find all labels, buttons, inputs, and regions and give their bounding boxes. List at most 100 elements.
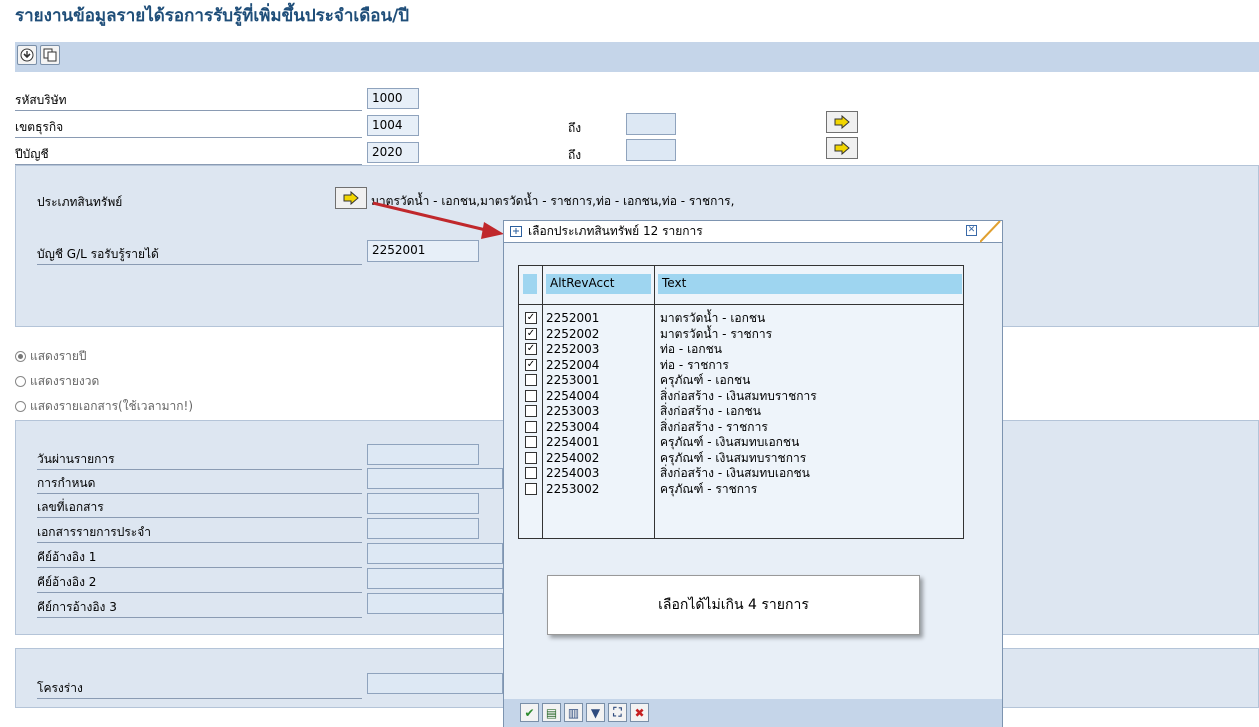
document-number-field[interactable] bbox=[367, 493, 479, 514]
row-text: ครุภัณฑ์ - เงินสมทบราชการ bbox=[660, 450, 807, 465]
business-area-to-field[interactable] bbox=[626, 113, 676, 135]
table-row[interactable]: 2253002 ครุภัณฑ์ - ราชการ bbox=[519, 482, 963, 497]
table-row[interactable]: ✓ 2252001 มาตรวัดน้ำ - เอกชน bbox=[519, 311, 963, 326]
business-area-label: เขตธุรกิจ bbox=[15, 118, 362, 138]
posting-date-label: วันผ่านรายการ bbox=[37, 450, 362, 470]
row-checkbox[interactable]: ✓ bbox=[525, 343, 537, 355]
select-all-icon[interactable]: ▤ bbox=[542, 703, 561, 722]
table-row[interactable]: 2253003 สิ่งก่อสร้าง - เอกชน bbox=[519, 404, 963, 419]
row-text: สิ่งก่อสร้าง - เงินสมทบราชการ bbox=[660, 388, 817, 403]
row-account: 2254001 bbox=[546, 435, 600, 449]
company-code-label: รหัสบริษัท bbox=[15, 91, 362, 111]
row-checkbox[interactable]: ✓ bbox=[525, 312, 537, 324]
find-icon[interactable]: ⛶ bbox=[608, 703, 627, 722]
posting-date-field[interactable] bbox=[367, 444, 479, 465]
dialog-title: เลือกประเภทสินทรัพย์ 12 รายการ bbox=[528, 224, 703, 238]
row-account: 2252004 bbox=[546, 357, 600, 372]
deselect-all-icon[interactable]: ▥ bbox=[564, 703, 583, 722]
radio-yearly[interactable]: แสดงรายปี bbox=[15, 347, 87, 366]
assignment-field[interactable] bbox=[367, 468, 503, 489]
row-checkbox[interactable] bbox=[525, 405, 537, 417]
row-text: ครุภัณฑ์ - เอกชน bbox=[660, 373, 751, 387]
column-header-text[interactable]: Text bbox=[658, 274, 962, 294]
select-all-column-header[interactable] bbox=[523, 274, 537, 294]
asset-type-table: AltRevAcct Text ✓ 2252001 มาตรวัดน้ำ - เอก… bbox=[518, 265, 964, 539]
business-area-multiple-selection-button[interactable] bbox=[826, 111, 858, 133]
title-bar-corner bbox=[980, 221, 1001, 243]
filter-icon[interactable]: ▼ bbox=[586, 703, 605, 722]
dialog-title-bar: เลือกประเภทสินทรัพย์ 12 รายการ ✕ bbox=[504, 221, 1002, 243]
table-row[interactable]: 2253004 สิ่งก่อสร้าง - ราชการ bbox=[519, 420, 963, 435]
confirm-icon[interactable]: ✔ bbox=[520, 703, 539, 722]
row-text: ครุภัณฑ์ - ราชการ bbox=[660, 481, 758, 496]
row-checkbox[interactable] bbox=[525, 482, 537, 495]
table-row[interactable]: 2254001 ครุภัณฑ์ - เงินสมทบเอกชน bbox=[519, 435, 963, 450]
table-row[interactable]: 2254003 สิ่งก่อสร้าง - เงินสมทบเอกชน bbox=[519, 466, 963, 481]
row-checkbox[interactable] bbox=[525, 436, 537, 448]
row-account: 2253004 bbox=[546, 419, 600, 434]
column-header-account[interactable]: AltRevAcct bbox=[546, 274, 651, 294]
row-checkbox[interactable] bbox=[525, 420, 537, 433]
row-account: 2254003 bbox=[546, 466, 600, 480]
table-row[interactable]: ✓ 2252004 ท่อ - ราชการ bbox=[519, 358, 963, 373]
row-checkbox[interactable] bbox=[525, 451, 537, 464]
reference-key-3-field[interactable] bbox=[367, 593, 503, 614]
row-account: 2254002 bbox=[546, 450, 600, 465]
window-icon bbox=[510, 226, 522, 237]
row-text: ท่อ - เอกชน bbox=[660, 342, 722, 356]
row-text: สิ่งก่อสร้าง - เงินสมทบเอกชน bbox=[660, 466, 810, 480]
document-number-label: เลขที่เอกสาร bbox=[37, 498, 362, 518]
asset-type-selection-button[interactable] bbox=[335, 187, 367, 209]
row-checkbox[interactable] bbox=[525, 467, 537, 479]
business-area-from-field[interactable]: 1004 bbox=[367, 115, 419, 136]
table-row[interactable]: ✓ 2252002 มาตรวัดน้ำ - ราชการ bbox=[519, 327, 963, 342]
table-row[interactable]: 2253001 ครุภัณฑ์ - เอกชน bbox=[519, 373, 963, 388]
row-checkbox[interactable]: ✓ bbox=[525, 327, 537, 340]
gl-account-field[interactable]: 2252001 bbox=[367, 240, 479, 262]
row-text: สิ่งก่อสร้าง - เอกชน bbox=[660, 404, 761, 418]
row-checkbox[interactable]: ✓ bbox=[525, 358, 537, 371]
execute-icon[interactable] bbox=[17, 45, 37, 65]
cancel-icon[interactable]: ✖ bbox=[630, 703, 649, 722]
row-account: 2253003 bbox=[546, 404, 600, 418]
copy-icon[interactable] bbox=[40, 45, 60, 65]
fiscal-year-to-field[interactable] bbox=[626, 139, 676, 161]
fiscal-year-from-field[interactable]: 2020 bbox=[367, 142, 419, 163]
row-checkbox[interactable] bbox=[525, 374, 537, 386]
row-text: มาตรวัดน้ำ - เอกชน bbox=[660, 311, 766, 325]
row-text: ท่อ - ราชการ bbox=[660, 357, 729, 372]
reference-key-3-label: คีย์การอ้างอิง 3 bbox=[37, 598, 362, 618]
dialog-toolbar: ✔ ▤ ▥ ▼ ⛶ ✖ bbox=[504, 699, 1002, 727]
layout-field[interactable] bbox=[367, 673, 503, 694]
radio-period[interactable]: แสดงรายงวด bbox=[15, 372, 99, 391]
reference-key-2-label: คีย์อ้างอิง 2 bbox=[37, 573, 362, 593]
row-checkbox[interactable] bbox=[525, 389, 537, 402]
fiscal-year-multiple-selection-button[interactable] bbox=[826, 137, 858, 159]
row-text: สิ่งก่อสร้าง - ราชการ bbox=[660, 419, 768, 434]
asset-type-selection-dialog: เลือกประเภทสินทรัพย์ 12 รายการ ✕ AltRevA… bbox=[503, 220, 1003, 727]
row-account: 2252002 bbox=[546, 326, 600, 341]
company-code-field[interactable]: 1000 bbox=[367, 88, 419, 109]
row-account: 2252001 bbox=[546, 311, 600, 325]
close-icon[interactable]: ✕ bbox=[966, 225, 977, 236]
fiscal-year-to-label: ถึง bbox=[568, 148, 582, 162]
row-text: ครุภัณฑ์ - เงินสมทบเอกชน bbox=[660, 435, 800, 449]
asset-type-label: ประเภทสินทรัพย์ bbox=[37, 195, 123, 209]
table-row[interactable]: ✓ 2252003 ท่อ - เอกชน bbox=[519, 342, 963, 357]
reference-key-1-field[interactable] bbox=[367, 543, 503, 564]
row-account: 2254004 bbox=[546, 388, 600, 403]
table-row[interactable]: 2254002 ครุภัณฑ์ - เงินสมทบราชการ bbox=[519, 451, 963, 466]
row-account: 2253002 bbox=[546, 481, 600, 496]
table-row[interactable]: 2254004 สิ่งก่อสร้าง - เงินสมทบราชการ bbox=[519, 389, 963, 404]
reference-key-2-field[interactable] bbox=[367, 568, 503, 589]
reference-key-1-label: คีย์อ้างอิง 1 bbox=[37, 548, 362, 568]
application-toolbar bbox=[15, 42, 1259, 72]
fiscal-year-label: ปีบัญชี bbox=[15, 145, 362, 165]
gl-account-label: บัญชี G/L รอรับรู้รายได้ bbox=[37, 245, 362, 265]
assignment-label: การกำหนด bbox=[37, 474, 362, 494]
page-title: รายงานข้อมูลรายได้รอการรับรู้ที่เพิ่มขึ้… bbox=[15, 6, 410, 26]
row-account: 2252003 bbox=[546, 342, 600, 356]
business-area-to-label: ถึง bbox=[568, 121, 582, 135]
radio-document[interactable]: แสดงรายเอกสาร(ใช้เวลามาก!) bbox=[15, 397, 193, 416]
recurring-document-field[interactable] bbox=[367, 518, 479, 539]
